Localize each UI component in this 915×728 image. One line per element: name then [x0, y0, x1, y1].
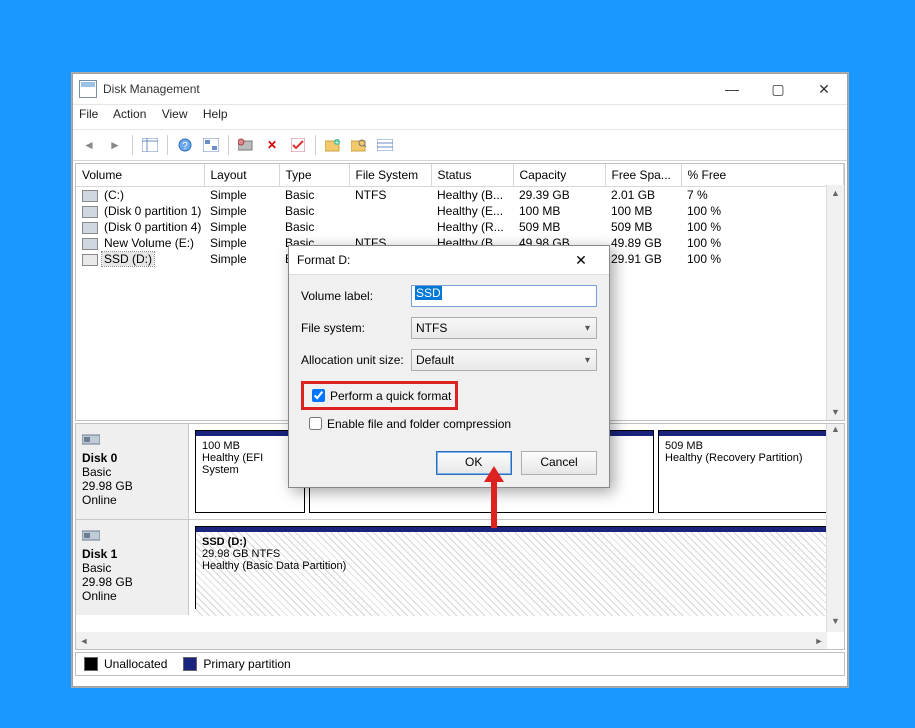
- compression-label[interactable]: Enable file and folder compression: [327, 417, 511, 431]
- window-title: Disk Management: [103, 82, 709, 96]
- disk1-info: Disk 1 Basic 29.98 GB Online: [76, 520, 189, 615]
- scroll-up-icon[interactable]: ▲: [827, 424, 844, 440]
- col-status[interactable]: Status: [431, 164, 513, 187]
- drive-icon: [82, 206, 98, 218]
- menubar: File Action View Help: [73, 105, 847, 130]
- disk-horizontal-scrollbar[interactable]: ◄ ►: [76, 632, 827, 649]
- annotation-arrow-icon: [484, 466, 504, 528]
- new-folder-icon[interactable]: +: [321, 133, 345, 157]
- menu-view[interactable]: View: [162, 107, 188, 121]
- legend-label: Primary partition: [203, 657, 290, 671]
- filesystem-label: File system:: [301, 321, 411, 335]
- quick-format-highlight: Perform a quick format: [301, 381, 458, 410]
- forward-icon[interactable]: ►: [103, 133, 127, 157]
- back-icon[interactable]: ◄: [77, 133, 101, 157]
- scroll-up-icon[interactable]: ▲: [827, 185, 844, 201]
- maximize-button[interactable]: ▢: [755, 74, 801, 104]
- dialog-close-button[interactable]: ✕: [561, 252, 601, 269]
- allocation-select[interactable]: Default: [411, 349, 597, 371]
- help-icon[interactable]: ?: [173, 133, 197, 157]
- minimize-button[interactable]: —: [709, 74, 755, 104]
- volume-label-input[interactable]: SSD: [411, 285, 597, 307]
- table-row[interactable]: (Disk 0 partition 1)SimpleBasicHealthy (…: [76, 203, 844, 219]
- format-dialog: Format D: ✕ Volume label: SSD File syste…: [288, 245, 610, 488]
- disk0-partition-4[interactable]: 509 MBHealthy (Recovery Partition): [658, 430, 838, 513]
- dialog-titlebar[interactable]: Format D: ✕: [289, 246, 609, 275]
- compression-checkbox[interactable]: [309, 417, 322, 430]
- col-type[interactable]: Type: [279, 164, 349, 187]
- col-layout[interactable]: Layout: [204, 164, 279, 187]
- svg-text:?: ?: [182, 141, 188, 152]
- disk-vertical-scrollbar[interactable]: ▲ ▼: [826, 424, 844, 632]
- quick-format-checkbox[interactable]: [312, 389, 325, 402]
- scroll-right-icon[interactable]: ►: [811, 636, 827, 646]
- delete-icon[interactable]: ✕: [260, 133, 284, 157]
- disk-row-1[interactable]: Disk 1 Basic 29.98 GB Online SSD (D:) 29…: [76, 520, 844, 615]
- show-tree-icon[interactable]: [138, 133, 162, 157]
- volume-label-label: Volume label:: [301, 289, 411, 303]
- search-folder-icon[interactable]: [347, 133, 371, 157]
- table-row[interactable]: (C:)SimpleBasicNTFSHealthy (B...29.39 GB…: [76, 187, 844, 204]
- toolbar: ◄ ► ? ✕ +: [73, 130, 847, 161]
- legend-swatch-unallocated: [84, 657, 98, 671]
- legend-swatch-primary: [183, 657, 197, 671]
- list-icon[interactable]: [373, 133, 397, 157]
- drive-icon: [82, 238, 98, 250]
- quick-format-label[interactable]: Perform a quick format: [330, 389, 451, 403]
- legend: Unallocated Primary partition: [75, 652, 845, 676]
- filesystem-select[interactable]: NTFS: [411, 317, 597, 339]
- allocation-label: Allocation unit size:: [301, 353, 411, 367]
- titlebar[interactable]: Disk Management — ▢ ✕: [73, 74, 847, 105]
- disk1-partition-ssd[interactable]: SSD (D:) 29.98 GB NTFS Healthy (Basic Da…: [195, 526, 838, 609]
- dialog-title: Format D:: [297, 253, 561, 267]
- legend-label: Unallocated: [104, 657, 167, 671]
- drive-icon: [82, 222, 98, 234]
- col-pctfree[interactable]: % Free: [681, 164, 844, 187]
- drive-icon: [82, 254, 98, 266]
- cancel-button[interactable]: Cancel: [521, 451, 597, 475]
- scroll-down-icon[interactable]: ▼: [827, 616, 844, 632]
- table-row[interactable]: (Disk 0 partition 4)SimpleBasicHealthy (…: [76, 219, 844, 235]
- menu-help[interactable]: Help: [203, 107, 228, 121]
- app-icon: [79, 80, 97, 98]
- menu-file[interactable]: File: [79, 107, 98, 121]
- action1-icon[interactable]: [234, 133, 258, 157]
- settings-icon[interactable]: [199, 133, 223, 157]
- scroll-down-icon[interactable]: ▼: [827, 404, 844, 420]
- check-icon[interactable]: [286, 133, 310, 157]
- col-filesystem[interactable]: File System: [349, 164, 431, 187]
- col-capacity[interactable]: Capacity: [513, 164, 605, 187]
- disk0-info: Disk 0 Basic 29.98 GB Online: [76, 424, 189, 519]
- close-button[interactable]: ✕: [801, 74, 847, 104]
- menu-action[interactable]: Action: [113, 107, 146, 121]
- drive-icon: [82, 190, 98, 202]
- vertical-scrollbar[interactable]: ▲ ▼: [826, 185, 844, 420]
- scroll-left-icon[interactable]: ◄: [76, 636, 92, 646]
- col-free[interactable]: Free Spa...: [605, 164, 681, 187]
- col-volume[interactable]: Volume: [76, 164, 204, 187]
- svg-text:+: +: [335, 138, 340, 147]
